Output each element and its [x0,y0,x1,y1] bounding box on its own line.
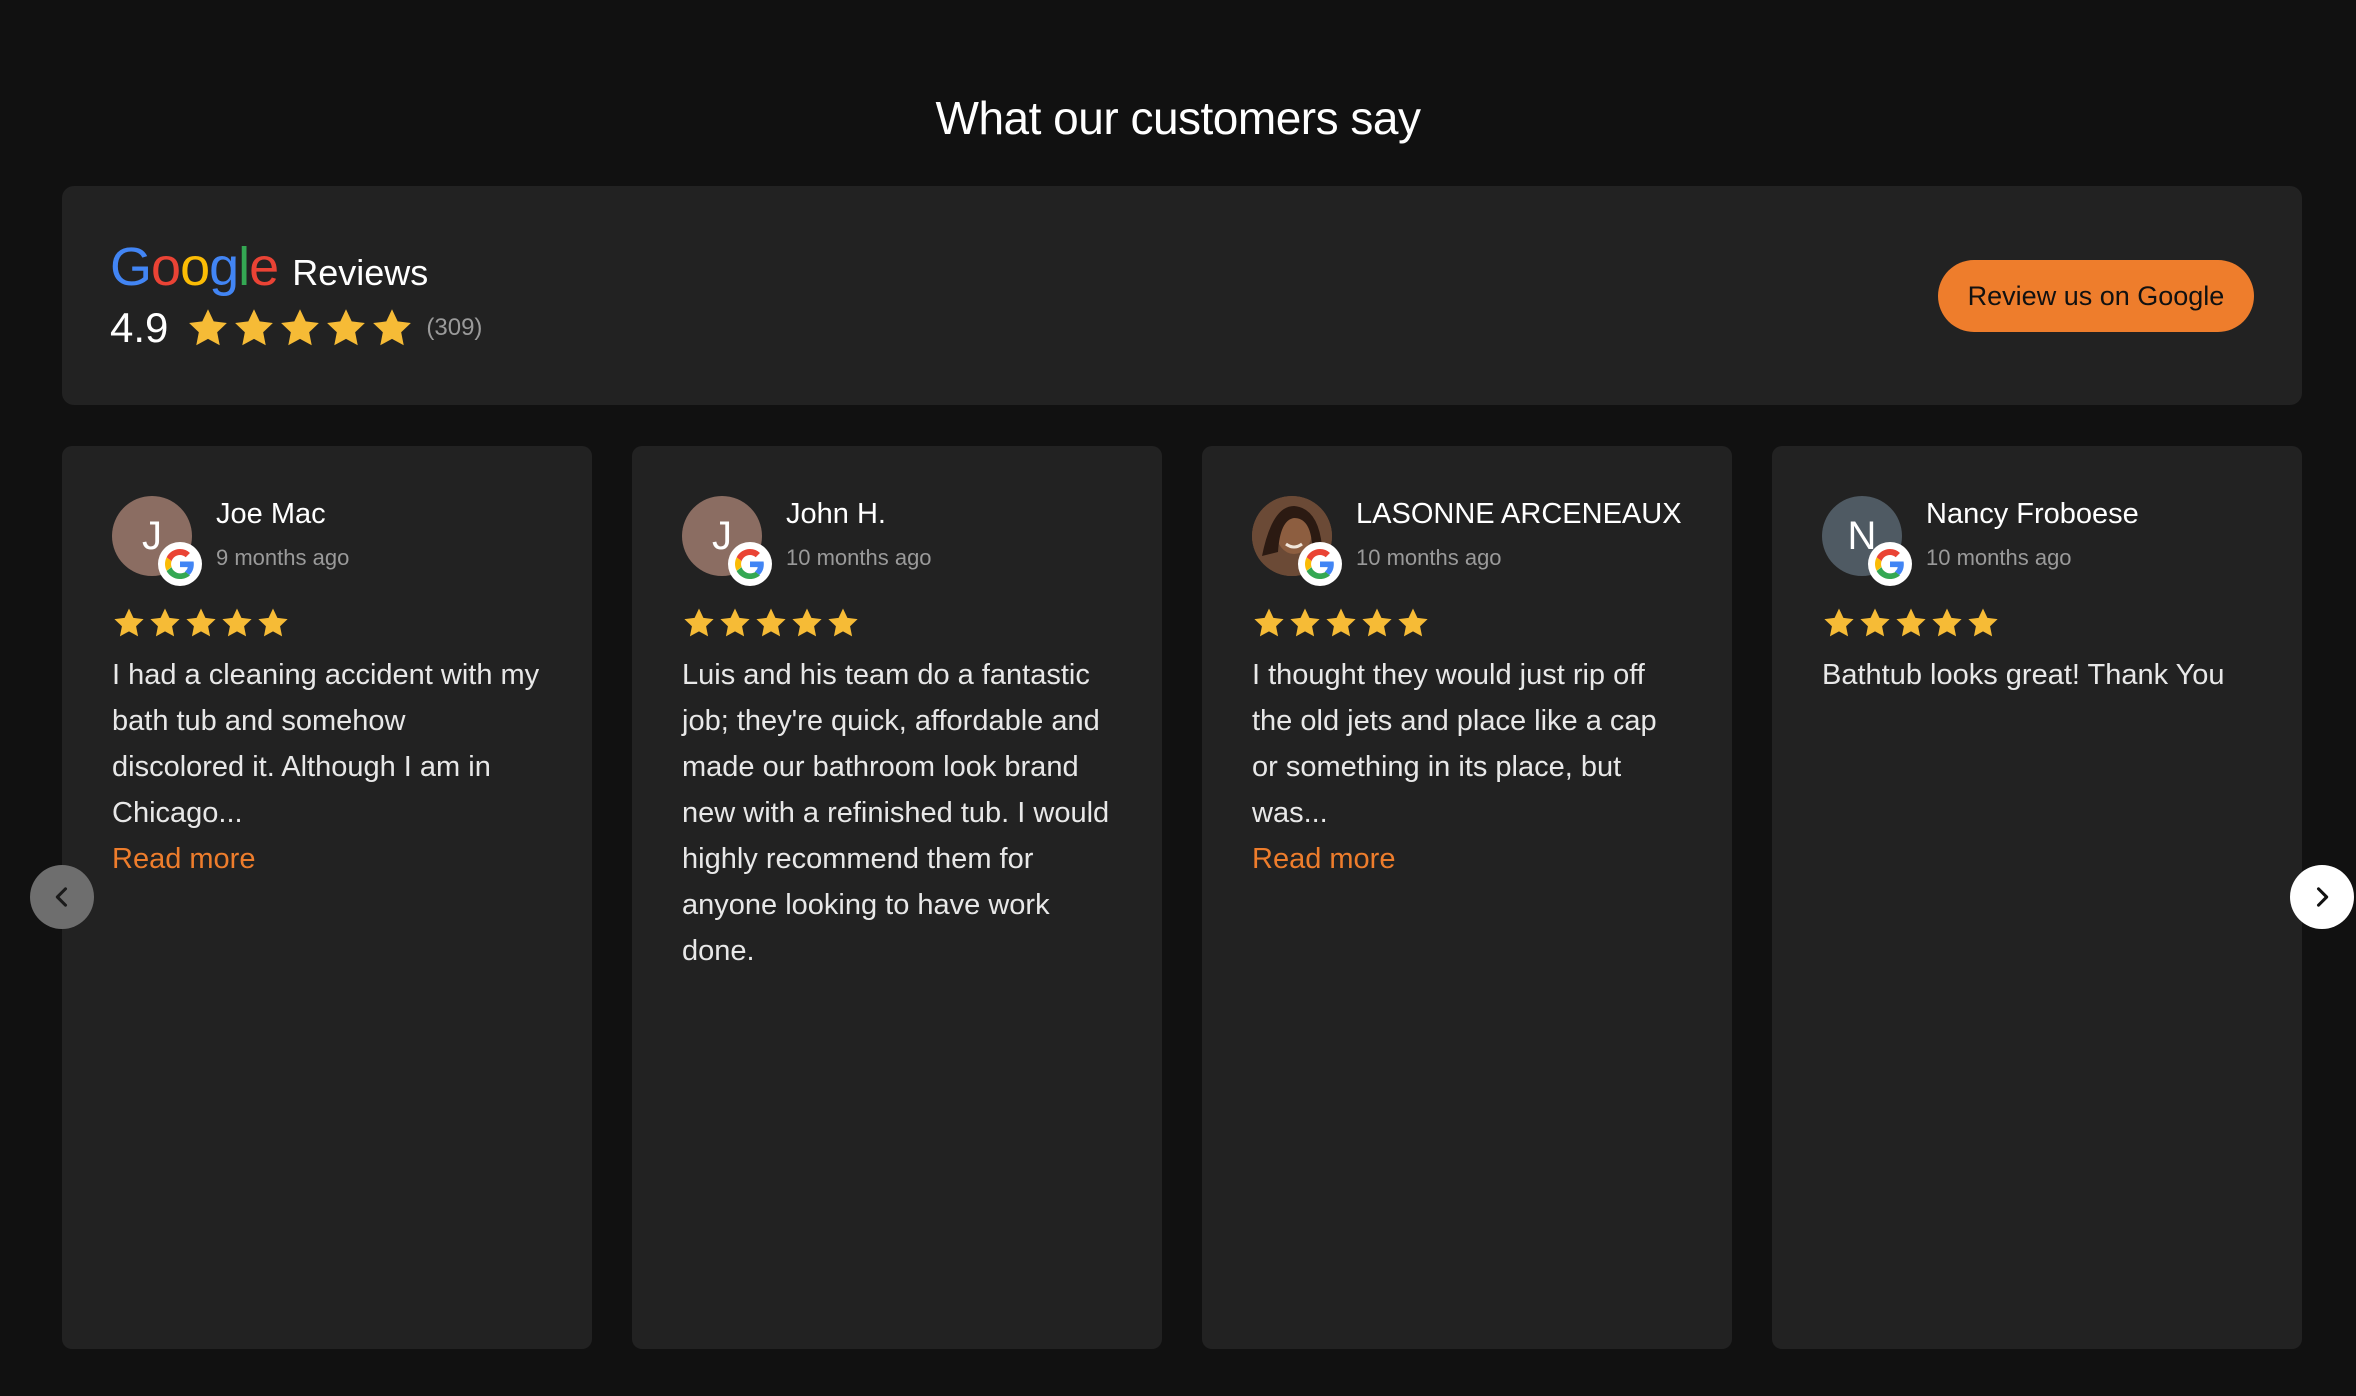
review-text: I had a cleaning accident with my bath t… [112,652,542,882]
chevron-left-icon [55,887,68,907]
review-card: LASONNE ARCENEAUX 10 months ago I though… [1202,446,1732,1349]
star-icon [1894,606,1928,640]
star-icon [256,606,290,640]
star-icon [1288,606,1322,640]
review-us-button[interactable]: Review us on Google [1938,260,2254,332]
rating-stars [186,306,414,350]
review-text: I thought they would just rip off the ol… [1252,652,1682,882]
review-body: I had a cleaning accident with my bath t… [112,659,540,829]
google-icon [158,542,202,586]
star-icon [1822,606,1856,640]
review-stars [1252,606,1430,640]
review-stars [112,606,290,640]
review-header: J John H. 10 months ago [682,496,932,586]
avatar [1252,496,1342,586]
star-icon [682,606,716,640]
avatar: J [112,496,202,586]
star-icon [1360,606,1394,640]
review-card: J John H. 10 months ago Luis and his tea… [632,446,1162,1349]
reviewer-name: Nancy Froboese [1926,498,2139,530]
star-icon [186,306,230,350]
google-icon [728,542,772,586]
read-more-link[interactable]: Read more [1252,836,1682,882]
review-date: 10 months ago [1926,545,2072,570]
star-icon [790,606,824,640]
star-icon [184,606,218,640]
star-icon [1252,606,1286,640]
read-more-link[interactable]: Read more [112,836,542,882]
star-icon [232,306,276,350]
star-icon [112,606,146,640]
star-icon [370,306,414,350]
star-icon [1324,606,1358,640]
review-date: 10 months ago [786,545,932,570]
review-stars [1822,606,2000,640]
google-icon [1298,542,1342,586]
star-icon [148,606,182,640]
star-icon [324,306,368,350]
review-count: (309) [426,314,483,341]
review-header: LASONNE ARCENEAUX 10 months ago [1252,496,1682,586]
reviewer-name: Joe Mac [216,498,326,530]
star-icon [220,606,254,640]
avatar: J [682,496,772,586]
review-body: Bathtub looks great! Thank You [1822,659,2225,691]
rating-row: 4.9 (309) [110,304,482,352]
review-header: N Nancy Froboese 10 months ago [1822,496,2139,586]
review-text: Bathtub looks great! Thank You [1822,652,2252,698]
review-text: Luis and his team do a fantastic job; th… [682,652,1112,974]
review-date: 9 months ago [216,545,350,570]
star-icon [718,606,752,640]
google-icon [1868,542,1912,586]
average-rating: 4.9 [110,304,169,351]
avatar: N [1822,496,1912,586]
star-icon [826,606,860,640]
section-title: What our customers say [935,91,1421,144]
star-icon [754,606,788,640]
review-card: J Joe Mac 9 months ago I had a cleaning … [62,446,592,1349]
review-card: N Nancy Froboese 10 months ago Bathtub l… [1772,446,2302,1349]
star-icon [278,306,322,350]
star-icon [1396,606,1430,640]
reviewer-name: LASONNE ARCENEAUX [1356,498,1682,530]
star-icon [1858,606,1892,640]
reviewer-name: John H. [786,498,886,530]
star-icon [1930,606,1964,640]
google-logo: Google [110,237,279,297]
review-date: 10 months ago [1356,545,1502,570]
brand-row: Google Reviews [110,236,428,298]
reviews-summary: Google Reviews 4.9 (309) Review us on Go… [62,186,2302,405]
review-stars [682,606,860,640]
star-icon [1966,606,2000,640]
review-header: J Joe Mac 9 months ago [112,496,350,586]
review-body: Luis and his team do a fantastic job; th… [682,659,1110,967]
prev-button[interactable] [30,865,94,929]
next-button[interactable] [2290,865,2354,929]
chevron-right-icon [2316,887,2329,907]
review-body: I thought they would just rip off the ol… [1252,659,1657,829]
reviews-label: Reviews [292,252,429,293]
